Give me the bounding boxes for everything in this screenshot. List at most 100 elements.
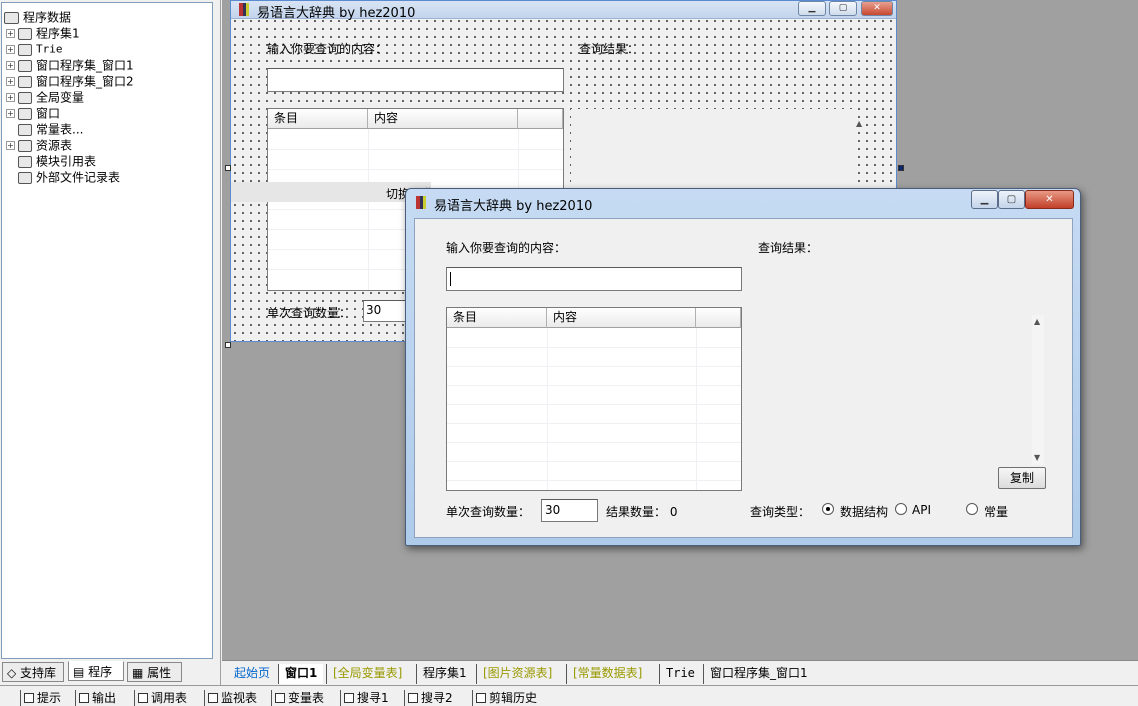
minimize-icon[interactable]: ▁	[798, 1, 826, 16]
maximize-icon[interactable]: ▢	[829, 1, 857, 16]
database-icon	[4, 11, 19, 24]
count-input[interactable]: 30	[541, 499, 598, 522]
window-client: 输入你要查询的内容： 查询结果： 条目 内容 ▲ ▼ 复制 单次查询数量： 30…	[414, 218, 1073, 538]
tab-global-vars[interactable]: [全局变量表]	[326, 664, 408, 684]
col-empty[interactable]	[696, 308, 741, 328]
expand-icon[interactable]: +	[6, 77, 15, 86]
expand-icon[interactable]: +	[6, 45, 15, 54]
design-col-empty[interactable]	[518, 109, 563, 129]
output-tabs: 提示 输出 调用表 监视表 变量表 搜寻1 搜寻2 剪辑历史	[0, 685, 1138, 706]
tree-item[interactable]: 常量表...	[6, 121, 83, 137]
window-title: 易语言大辞典 by hez2010	[434, 199, 593, 214]
tree-item-label: 窗口程序集_窗口1	[36, 58, 134, 73]
expand-icon[interactable]: +	[6, 109, 15, 118]
design-col-content[interactable]: 内容	[368, 109, 518, 129]
window-icon	[18, 107, 32, 120]
scroll-up-icon[interactable]: ▲	[856, 119, 862, 128]
query-input[interactable]	[446, 267, 742, 291]
tree-item[interactable]: + 窗口	[6, 105, 60, 121]
minimize-icon[interactable]: ▁	[971, 190, 998, 209]
watch-icon	[208, 693, 218, 703]
expand-icon[interactable]: +	[6, 93, 15, 102]
database-icon	[18, 123, 32, 136]
tab-properties[interactable]: ▦ 属性	[127, 662, 182, 682]
search-icon	[344, 693, 354, 703]
variables-icon	[275, 693, 285, 703]
tab-assembly1[interactable]: 程序集1	[416, 664, 473, 684]
expand-icon[interactable]: +	[6, 141, 15, 150]
file-icon	[18, 171, 32, 184]
radio-api[interactable]	[895, 503, 907, 515]
tree-leaf-icon	[6, 157, 15, 166]
result-label: 查询结果：	[758, 241, 819, 255]
project-tree: 程序数据 + 程序集1 + Trie + 窗口程序集_窗口1 + 窗口程序集_窗口2 + 全局变量…	[1, 2, 213, 659]
result-scrollbar[interactable]: ▲ ▼	[1032, 315, 1044, 465]
hint-icon	[24, 693, 34, 703]
query-label: 输入你要查询的内容：	[446, 241, 567, 255]
tab-window-assembly[interactable]: 窗口程序集_窗口1	[703, 664, 814, 684]
close-icon[interactable]: ✕	[1025, 190, 1074, 209]
tree-item-label: 全局变量	[36, 90, 85, 105]
tree-item[interactable]: + 程序集1	[6, 25, 80, 41]
clipboard-icon	[476, 693, 486, 703]
tab-start-page[interactable]: 起始页	[228, 664, 276, 684]
tree-item-label: 窗口	[36, 106, 61, 121]
tab-constants[interactable]: [常量数据表]	[566, 664, 648, 684]
tab-output[interactable]: 输出	[75, 690, 116, 706]
stack-icon	[18, 27, 32, 40]
radio-constant[interactable]	[966, 503, 978, 515]
tree-item[interactable]: + Trie	[6, 41, 63, 57]
tree-item[interactable]: + 资源表	[6, 137, 72, 153]
tree-root[interactable]: 程序数据	[4, 9, 71, 25]
radio-data-structure[interactable]	[822, 503, 834, 515]
tree-leaf-icon	[6, 125, 15, 134]
tab-trie[interactable]: Trie	[659, 664, 701, 684]
resize-handle[interactable]	[225, 165, 231, 171]
col-item[interactable]: 条目	[447, 308, 547, 328]
expand-icon[interactable]: +	[6, 61, 15, 70]
tree-item-label: 外部文件记录表	[36, 170, 121, 185]
text-cursor	[450, 272, 451, 286]
tree-leaf-icon	[6, 173, 15, 182]
design-title: 易语言大辞典 by hez2010	[257, 6, 416, 21]
option-api: API	[912, 503, 931, 517]
maximize-icon[interactable]: ▢	[998, 190, 1025, 209]
search-icon	[408, 693, 418, 703]
copy-button[interactable]: 复制	[998, 467, 1046, 489]
tab-image-resources[interactable]: [图片资源表]	[476, 664, 558, 684]
tree-item[interactable]: 外部文件记录表	[6, 169, 120, 185]
close-icon[interactable]: ✕	[861, 1, 893, 16]
tab-search2[interactable]: 搜寻2	[404, 690, 453, 706]
properties-icon: ▦	[132, 666, 148, 680]
project-panel: 程序数据 + 程序集1 + Trie + 窗口程序集_窗口1 + 窗口程序集_窗口2 + 全局变量…	[0, 0, 221, 703]
col-content[interactable]: 内容	[547, 308, 696, 328]
expand-icon[interactable]: +	[6, 29, 15, 38]
app-window[interactable]: 易语言大辞典 by hez2010 ▁ ▢ ✕ 输入你要查询的内容： 查询结果：…	[405, 188, 1081, 546]
tree-item[interactable]: + 全局变量	[6, 89, 84, 105]
scroll-up-icon[interactable]: ▲	[1034, 317, 1040, 326]
app-icon	[239, 3, 249, 16]
tab-hint[interactable]: 提示	[20, 690, 61, 706]
tab-support-library[interactable]: ◇ 支持库	[2, 662, 64, 682]
tree-item-label: 窗口程序集_窗口2	[36, 74, 134, 89]
resize-handle[interactable]	[225, 342, 231, 348]
program-icon: ▤	[73, 665, 89, 679]
tab-window1[interactable]: 窗口1	[278, 664, 324, 684]
resize-handle[interactable]	[898, 165, 904, 171]
tree-item[interactable]: 模块引用表	[6, 153, 96, 169]
tree-item[interactable]: + 窗口程序集_窗口2	[6, 73, 134, 89]
tab-search1[interactable]: 搜寻1	[340, 690, 389, 706]
class-icon	[18, 43, 32, 56]
tab-program[interactable]: ▤ 程序	[68, 661, 124, 681]
tab-variables[interactable]: 变量表	[271, 690, 324, 706]
tree-item[interactable]: + 窗口程序集_窗口1	[6, 57, 134, 73]
scroll-down-icon[interactable]: ▼	[1034, 453, 1040, 462]
tab-watch[interactable]: 监视表	[204, 690, 257, 706]
design-toggle-strip[interactable]: 切换词典	[231, 182, 434, 202]
result-list-view[interactable]: 条目 内容	[446, 307, 742, 491]
design-query-input[interactable]	[267, 68, 564, 92]
tab-call-table[interactable]: 调用表	[134, 690, 187, 706]
tab-clip-history[interactable]: 剪辑历史	[472, 690, 537, 706]
tree-item-label: 程序集1	[36, 26, 80, 41]
design-col-item[interactable]: 条目	[268, 109, 368, 129]
